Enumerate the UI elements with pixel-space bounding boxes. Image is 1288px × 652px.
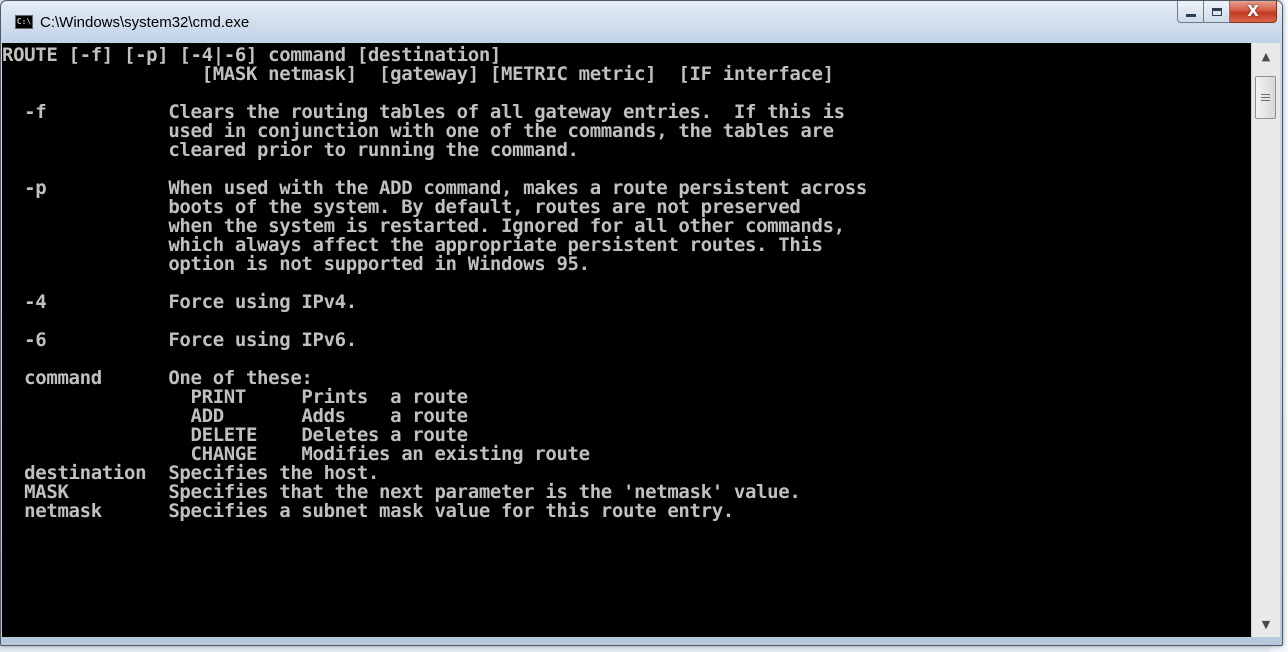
- window-title: C:\Windows\system32\cmd.exe: [40, 14, 250, 31]
- scroll-up-arrow-icon[interactable]: ▲: [1254, 45, 1278, 67]
- console-line: -6 Force using IPv6.: [2, 329, 357, 351]
- close-button[interactable]: X: [1230, 1, 1277, 23]
- cmd-app-icon[interactable]: C:\: [15, 15, 33, 29]
- scroll-down-arrow-icon[interactable]: ▼: [1254, 613, 1278, 635]
- vertical-scrollbar[interactable]: ▲ ▼: [1251, 43, 1280, 637]
- console-line: option is not supported in Windows 95.: [2, 253, 590, 275]
- console-line: cleared prior to running the command.: [2, 139, 579, 161]
- close-icon: X: [1247, 2, 1259, 20]
- console-client-area: ROUTE [-f] [-p] [-4|-6] command [destina…: [2, 43, 1280, 637]
- maximize-icon: [1211, 7, 1222, 16]
- console-line: -4 Force using IPv4.: [2, 291, 357, 313]
- scroll-thumb[interactable]: [1255, 76, 1276, 119]
- console-output[interactable]: ROUTE [-f] [-p] [-4|-6] command [destina…: [2, 43, 1250, 637]
- maximize-button[interactable]: [1204, 1, 1230, 23]
- minimize-button[interactable]: [1177, 1, 1204, 23]
- grip-line: [1261, 100, 1270, 101]
- minimize-icon: [1185, 14, 1196, 17]
- caption-buttons: X: [1177, 1, 1277, 24]
- console-line: [MASK netmask] [gateway] [METRIC metric]…: [2, 63, 834, 85]
- console-line: netmask Specifies a subnet mask value fo…: [2, 500, 734, 522]
- grip-line: [1261, 94, 1270, 95]
- title-bar[interactable]: C:\ C:\Windows\system32\cmd.exe X: [1, 1, 1282, 43]
- cmd-window: C:\ C:\Windows\system32\cmd.exe X ROUTE …: [0, 0, 1283, 646]
- grip-line: [1261, 97, 1270, 98]
